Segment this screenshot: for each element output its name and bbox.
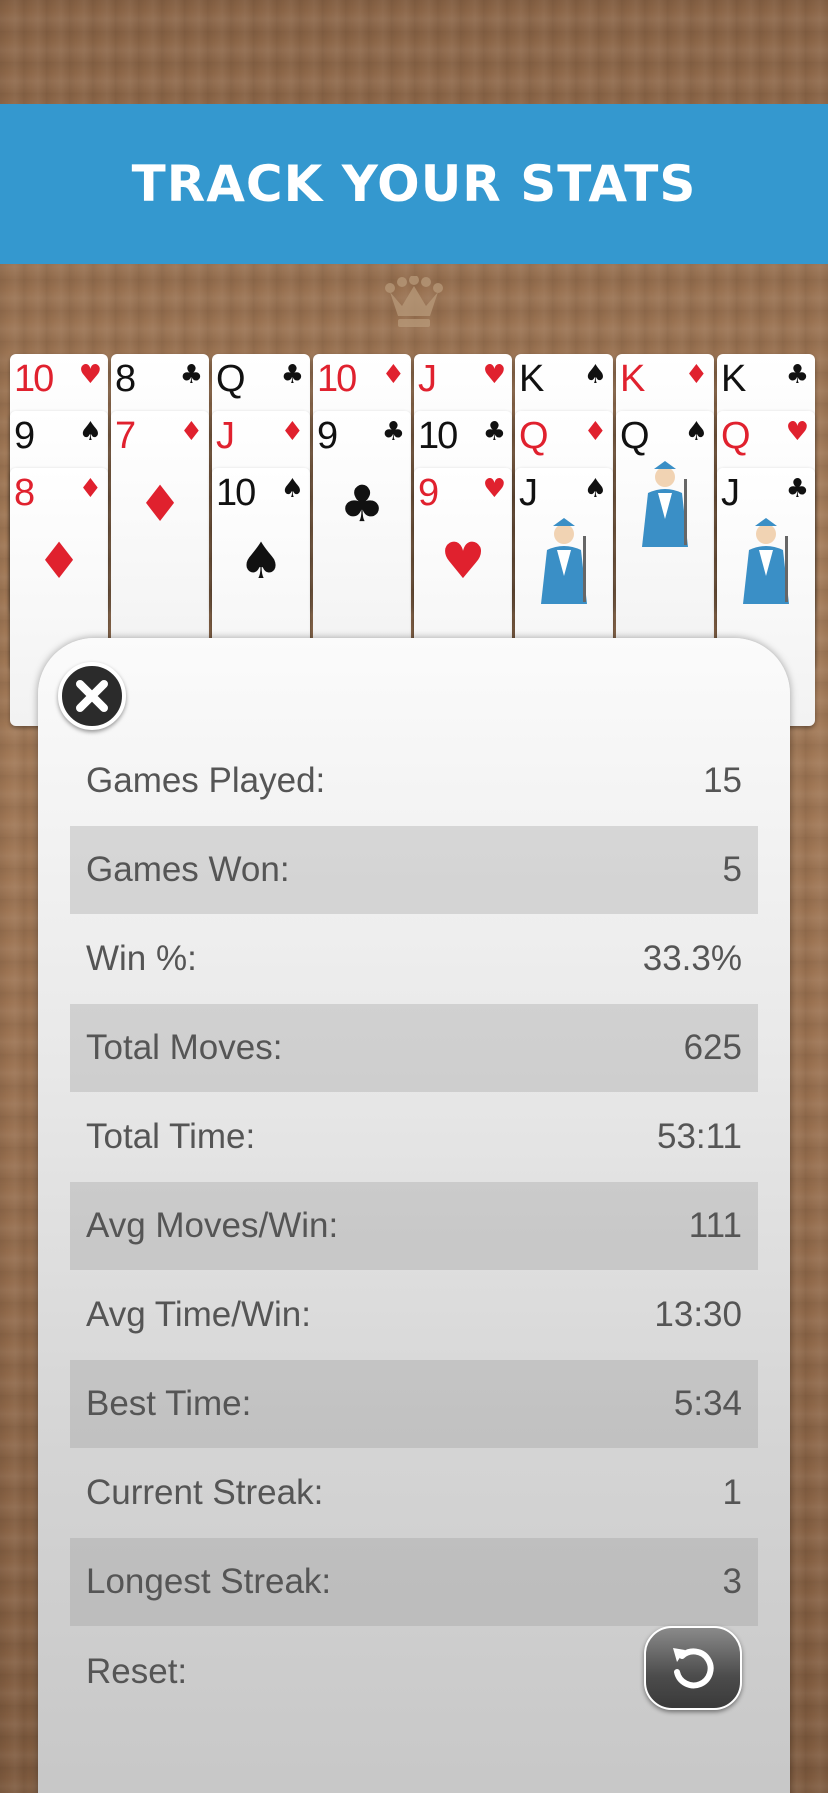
stat-value: 15 bbox=[703, 761, 742, 800]
playing-card[interactable]: Q ♠ bbox=[616, 411, 714, 669]
card-rank: J bbox=[418, 358, 437, 400]
playing-card[interactable]: 9 ♣ ♣ bbox=[313, 411, 411, 669]
card-center-suit-icon: ♣ bbox=[339, 475, 385, 533]
reset-label: Reset: bbox=[86, 1652, 188, 1691]
card-suit-icon: ♦ bbox=[381, 360, 405, 390]
card-rank: J bbox=[721, 472, 740, 514]
card-center-suit-icon: ♦ bbox=[36, 532, 82, 590]
card-rank: 10 bbox=[14, 358, 54, 400]
card-suit-icon: ♠ bbox=[280, 474, 304, 504]
stat-value: 13:30 bbox=[654, 1295, 742, 1334]
stat-value: 5 bbox=[722, 850, 742, 889]
card-suit-icon: ♠ bbox=[583, 360, 607, 390]
stat-value: 5:34 bbox=[673, 1384, 742, 1423]
card-suit-icon: ♦ bbox=[280, 417, 304, 447]
card-rank: 10 bbox=[216, 472, 256, 514]
card-suit-icon: ♥ bbox=[482, 360, 506, 390]
card-suit-icon: ♦ bbox=[684, 360, 708, 390]
stat-value: 625 bbox=[683, 1028, 742, 1067]
stat-label: Win %: bbox=[86, 939, 197, 978]
stat-row: Avg Time/Win: 13:30 bbox=[70, 1271, 758, 1359]
card-tableau: 10 ♥ 9 ♠ 8 ♦ ♦ 8 ♣ 7 ♦ ♦ Q ♣ J ♦ 10 ♠ ♠ 10 ♦ 9 ♣ ♣ J ♥ 10 ♣ 9 ♥ ♥ K ♠ Q ♦ J… bbox=[0, 0, 828, 726]
card-rank: Q bbox=[721, 415, 751, 457]
card-rank: Q bbox=[216, 358, 246, 400]
stat-label: Current Streak: bbox=[86, 1473, 324, 1512]
stat-row: Longest Streak: 3 bbox=[70, 1538, 758, 1626]
stat-row: Best Time: 5:34 bbox=[70, 1360, 758, 1448]
card-suit-icon: ♣ bbox=[482, 417, 506, 447]
card-rank: J bbox=[216, 415, 235, 457]
card-rank: K bbox=[721, 358, 746, 400]
card-rank: K bbox=[620, 358, 645, 400]
reset-button[interactable] bbox=[644, 1626, 742, 1710]
stat-row: Games Won: 5 bbox=[70, 826, 758, 914]
stat-value: 3 bbox=[722, 1562, 742, 1601]
stat-label: Games Won: bbox=[86, 850, 290, 889]
card-rank: Q bbox=[620, 415, 650, 457]
stat-label: Total Moves: bbox=[86, 1028, 283, 1067]
stat-label: Best Time: bbox=[86, 1384, 252, 1423]
card-rank: 7 bbox=[115, 415, 136, 457]
stat-value: 33.3% bbox=[642, 939, 742, 978]
card-center-suit-icon: ♥ bbox=[440, 532, 486, 590]
stat-row: Current Streak: 1 bbox=[70, 1449, 758, 1537]
card-suit-icon: ♦ bbox=[179, 417, 203, 447]
card-suit-icon: ♣ bbox=[179, 360, 203, 390]
card-rank: 9 bbox=[14, 415, 35, 457]
card-rank: 8 bbox=[115, 358, 136, 400]
stat-row: Total Moves: 625 bbox=[70, 1004, 758, 1092]
stat-row: Games Played: 15 bbox=[70, 737, 758, 825]
card-suit-icon: ♣ bbox=[280, 360, 304, 390]
card-center-suit-icon: ♠ bbox=[238, 532, 284, 590]
stat-label: Games Played: bbox=[86, 761, 326, 800]
card-suit-icon: ♥ bbox=[78, 360, 102, 390]
card-suit-icon: ♥ bbox=[482, 474, 506, 504]
card-suit-icon: ♣ bbox=[785, 474, 809, 504]
card-rank: Q bbox=[519, 415, 549, 457]
face-card-figure-icon bbox=[743, 518, 789, 604]
card-suit-icon: ♣ bbox=[381, 417, 405, 447]
stat-value: 53:11 bbox=[657, 1117, 742, 1156]
stat-row: Total Time: 53:11 bbox=[70, 1093, 758, 1181]
card-rank: 10 bbox=[418, 415, 458, 457]
card-rank: 9 bbox=[317, 415, 338, 457]
card-rank: 9 bbox=[418, 472, 439, 514]
reset-icon bbox=[673, 1648, 714, 1689]
stat-label: Longest Streak: bbox=[86, 1562, 332, 1601]
card-suit-icon: ♦ bbox=[78, 474, 102, 504]
card-rank: J bbox=[519, 472, 538, 514]
card-suit-icon: ♦ bbox=[583, 417, 607, 447]
card-suit-icon: ♠ bbox=[684, 417, 708, 447]
stat-value: 111 bbox=[688, 1206, 742, 1245]
face-card-figure-icon bbox=[541, 518, 587, 604]
card-suit-icon: ♠ bbox=[583, 474, 607, 504]
playing-card[interactable]: 7 ♦ ♦ bbox=[111, 411, 209, 669]
stat-label: Avg Time/Win: bbox=[86, 1295, 311, 1334]
close-button[interactable] bbox=[58, 662, 126, 730]
stat-value: 1 bbox=[722, 1473, 742, 1512]
card-suit-icon: ♣ bbox=[785, 360, 809, 390]
stat-row: Avg Moves/Win: 111 bbox=[70, 1182, 758, 1270]
face-card-figure-icon bbox=[642, 461, 688, 547]
card-rank: 8 bbox=[14, 472, 35, 514]
stat-label: Total Time: bbox=[86, 1117, 256, 1156]
card-center-suit-icon: ♦ bbox=[137, 475, 183, 533]
stat-label: Avg Moves/Win: bbox=[86, 1206, 339, 1245]
card-suit-icon: ♥ bbox=[785, 417, 809, 447]
card-suit-icon: ♠ bbox=[78, 417, 102, 447]
card-rank: 10 bbox=[317, 358, 357, 400]
card-rank: K bbox=[519, 358, 544, 400]
stat-row: Win %: 33.3% bbox=[70, 915, 758, 1003]
close-icon bbox=[76, 680, 108, 712]
